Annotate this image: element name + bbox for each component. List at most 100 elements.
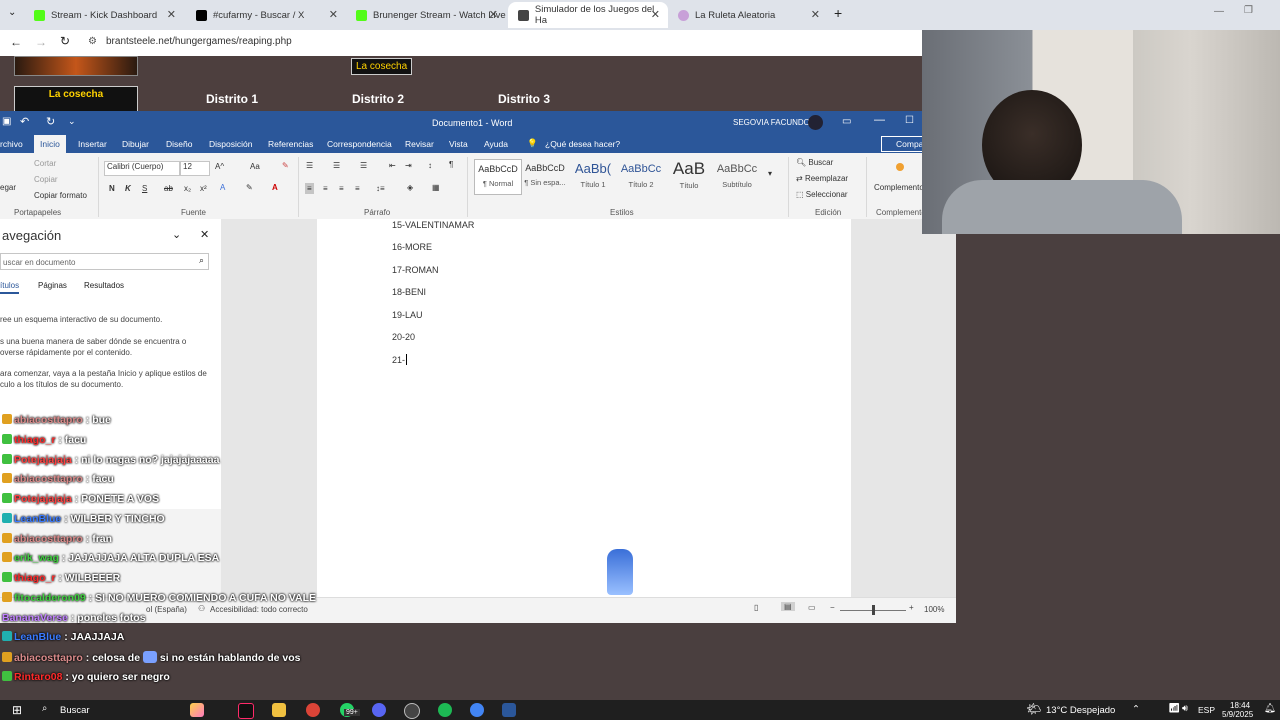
font-name-select[interactable]: Calibri (Cuerpo) (104, 161, 180, 176)
tray-chevron-icon[interactable]: ⌃ (1132, 704, 1140, 715)
maximize-icon[interactable]: ☐ (905, 115, 914, 126)
format-painter-button[interactable]: Copiar formato (34, 191, 87, 200)
network-icon[interactable]: 📶︎ (1168, 703, 1180, 714)
undo-icon[interactable]: ↶ (20, 115, 29, 128)
back-icon[interactable]: ← (10, 35, 22, 49)
tab-home[interactable]: Inicio (34, 135, 66, 153)
tab-insert[interactable]: Insertar (78, 139, 107, 149)
volume-icon[interactable]: 🔊︎ (1182, 703, 1188, 714)
spotify-icon[interactable] (438, 703, 452, 717)
site-info-icon[interactable]: ⚙ (88, 36, 97, 47)
tab-draw[interactable]: Dibujar (122, 139, 149, 149)
align-left-icon[interactable]: ≡ (305, 183, 314, 194)
browser-tab-kick-dashboard[interactable]: Stream - Kick Dashboard ✕ (24, 2, 184, 28)
read-mode-icon[interactable]: ▯ (754, 603, 758, 612)
windows-start-icon[interactable]: ⊞ (12, 703, 22, 717)
tiktok-icon[interactable] (238, 703, 254, 719)
file-explorer-icon[interactable] (272, 703, 286, 717)
styles-more-icon[interactable]: ▾ (768, 169, 772, 178)
close-icon[interactable]: ✕ (811, 8, 820, 21)
paste-button[interactable]: egar (0, 183, 16, 192)
tab-list-chevron-icon[interactable]: ⌄ (8, 7, 16, 18)
copilot-icon[interactable] (190, 703, 204, 717)
nav-tab-headings[interactable]: ítulos (0, 281, 20, 294)
show-marks-icon[interactable]: ¶ (449, 160, 453, 169)
find-button[interactable]: 🔍︎ Buscar (796, 158, 833, 167)
search-icon[interactable]: ⌕ (42, 703, 47, 714)
clock-time[interactable]: 18:44 (1230, 701, 1250, 710)
web-layout-icon[interactable]: ▭ (808, 603, 816, 612)
save-icon[interactable]: ▣ (2, 116, 11, 127)
quick-access-chevron-icon[interactable]: ⌄ (68, 116, 76, 127)
replace-button[interactable]: ⇄ Reemplazar (796, 174, 848, 183)
zoom-slider-thumb[interactable] (872, 605, 875, 615)
align-center-icon[interactable]: ≡ (323, 184, 328, 193)
tab-help[interactable]: Ayuda (484, 139, 508, 149)
decrease-indent-icon[interactable]: ⇤ (389, 161, 396, 170)
zoom-out-icon[interactable]: − (830, 603, 835, 612)
sort-icon[interactable]: ↕ (428, 161, 432, 170)
underline-icon[interactable]: S (142, 184, 147, 193)
avatar[interactable] (808, 115, 823, 130)
bullets-icon[interactable]: ☰ (306, 161, 313, 170)
multilevel-list-icon[interactable]: ☰ (360, 161, 367, 170)
style-heading-2[interactable]: AaBbCc Título 2 (618, 159, 664, 193)
search-icon[interactable]: ⌕ (199, 255, 204, 266)
tab-file[interactable]: rchivo (0, 139, 23, 149)
language-status[interactable]: ol (España) (146, 605, 187, 614)
highlight-icon[interactable]: ✎ (246, 183, 253, 192)
change-case-icon[interactable]: Aa (250, 162, 260, 171)
nav-tab-results[interactable]: Resultados (84, 281, 124, 290)
tell-me-search[interactable]: ¿Qué desea hacer? (545, 139, 620, 149)
align-right-icon[interactable]: ≡ (339, 184, 344, 193)
notifications-icon[interactable]: 🔔︎ (1264, 703, 1276, 714)
clock-date[interactable]: 5/9/2025 (1222, 710, 1253, 719)
style-no-spacing[interactable]: AaBbCcD ¶ Sin espa... (522, 159, 568, 193)
accessibility-status[interactable]: Accesibilidad: todo correcto (210, 605, 308, 614)
minimize-icon[interactable]: — (1214, 6, 1224, 17)
reaping-badge-top[interactable]: La cosecha (351, 58, 413, 75)
subscript-icon[interactable]: x₂ (184, 184, 191, 193)
addins-button[interactable]: Complementos (874, 183, 928, 192)
taskbar-search[interactable]: Buscar (60, 705, 90, 716)
nav-options-icon[interactable]: ⌄ (172, 228, 181, 241)
tab-review[interactable]: Revisar (405, 139, 434, 149)
italic-icon[interactable]: K (125, 184, 131, 193)
browser-tab-ruleta[interactable]: La Ruleta Aleatoria ✕ (668, 2, 828, 28)
increase-indent-icon[interactable]: ⇥ (405, 161, 412, 170)
close-icon[interactable]: ✕ (651, 8, 660, 21)
bold-icon[interactable]: N (109, 184, 115, 193)
chrome-icon[interactable] (470, 703, 484, 717)
tab-layout[interactable]: Disposición (209, 139, 252, 149)
numbering-icon[interactable]: ☰ (333, 161, 340, 170)
url-text[interactable]: brantsteele.net/hungergames/reaping.php (106, 36, 292, 47)
discord-icon[interactable] (372, 703, 386, 717)
minimize-icon[interactable]: — (874, 114, 885, 126)
style-title[interactable]: AaB Título (666, 159, 712, 193)
language-indicator[interactable]: ESP (1198, 705, 1215, 715)
browser-tab-x-search[interactable]: #cufarmy - Buscar / X ✕ (186, 2, 346, 28)
justify-icon[interactable]: ≡ (355, 184, 360, 193)
select-button[interactable]: ⬚ Seleccionar (796, 190, 848, 199)
borders-icon[interactable]: ▦ (432, 183, 440, 192)
user-name[interactable]: SEGOVIA FACUNDO (733, 118, 810, 127)
close-icon[interactable]: ✕ (200, 228, 209, 241)
reload-icon[interactable]: ↻ (60, 34, 70, 48)
text-effects-icon[interactable]: A (220, 183, 225, 192)
weather-text[interactable]: 13°C Despejado (1046, 705, 1115, 716)
new-tab-icon[interactable]: + (834, 5, 842, 21)
cut-button[interactable]: Cortar (34, 159, 56, 168)
tab-view[interactable]: Vista (449, 139, 468, 149)
browser-tab-hunger-games-sim[interactable]: Simulador de los Juegos del Ha ✕ (508, 2, 668, 28)
browser-tab-brunenger-stream[interactable]: Brunenger Stream - Watch Live ✕ (346, 2, 506, 28)
nav-tab-pages[interactable]: Páginas (38, 281, 67, 290)
close-icon[interactable]: ✕ (489, 8, 498, 21)
tab-design[interactable]: Diseño (166, 139, 192, 149)
line-spacing-icon[interactable]: ↕≡ (376, 184, 385, 193)
reaping-badge-left[interactable]: La cosecha (14, 86, 138, 112)
font-color-icon[interactable]: A (272, 183, 278, 192)
superscript-icon[interactable]: x² (200, 184, 207, 193)
tab-references[interactable]: Referencias (268, 139, 313, 149)
obs-icon[interactable] (404, 703, 420, 719)
close-icon[interactable]: ✕ (329, 8, 338, 21)
